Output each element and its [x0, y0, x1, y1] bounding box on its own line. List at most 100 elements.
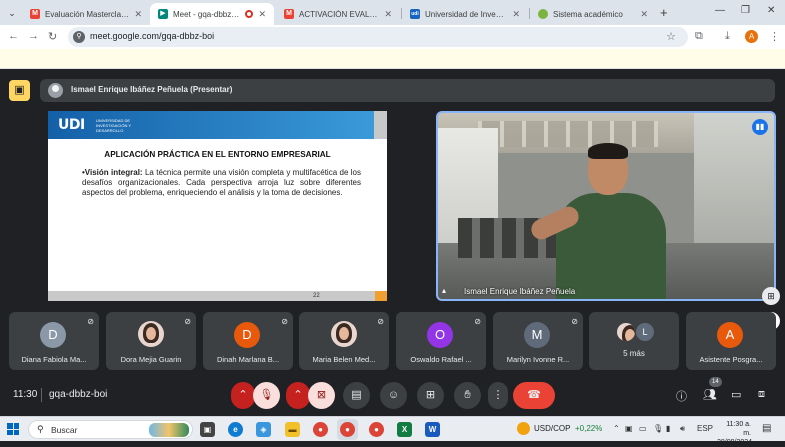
reload-icon[interactable]: ↻: [48, 30, 57, 43]
video-options-button[interactable]: ⌃: [286, 382, 310, 409]
presenter-label: Ismael Enrique Ibáñez Peñuela (Presentar…: [71, 85, 233, 94]
mic-off-icon: ⊘: [281, 317, 288, 326]
stock-widget-icon: [517, 422, 530, 435]
mic-off-icon: ⊘: [87, 317, 94, 326]
fx-pair-label[interactable]: USD/COP: [534, 424, 570, 433]
participant-tile[interactable]: O ⊘ Oswaldo Rafael ...: [396, 312, 486, 370]
store-icon[interactable]: ◈: [256, 422, 271, 437]
url-text[interactable]: meet.google.com/gqa-dbbz-boi: [90, 31, 214, 41]
participant-name: Marilyn Ivonne R...: [506, 355, 570, 364]
shared-slide: UDI UNIVERSIDAD DE INVESTIGACIÓN Y DESAR…: [48, 111, 387, 301]
tray-meet-icon[interactable]: ▭: [639, 424, 647, 433]
tab-sistema-academico[interactable]: Sistema académico ✕: [530, 3, 656, 25]
presentation-icon[interactable]: ▣: [9, 80, 30, 101]
tab-universidad[interactable]: udi Universidad de Investigació ✕: [402, 3, 528, 25]
more-participants-tile[interactable]: L 5 más: [589, 312, 679, 370]
close-tab-icon[interactable]: ✕: [384, 9, 392, 20]
edge-icon[interactable]: e: [228, 422, 243, 437]
raise-hand-button[interactable]: ✋︎: [454, 382, 481, 409]
system-clock[interactable]: 11:30 a. m. 28/09/2024: [717, 420, 752, 447]
chrome-icon[interactable]: ●: [313, 422, 328, 437]
pin-icon: ▴: [442, 286, 447, 295]
forward-icon[interactable]: →: [28, 30, 39, 42]
menu-icon[interactable]: ⋮: [769, 30, 780, 43]
tab-meet[interactable]: ▶ Meet - gqa-dbbz-boi ✕: [150, 3, 274, 25]
close-tab-icon[interactable]: ✕: [134, 9, 142, 20]
mic-off-icon: ⊘: [377, 317, 384, 326]
participant-tile[interactable]: D ⊘ Diana Fabiola Ma...: [9, 312, 99, 370]
reactions-button[interactable]: ☺: [380, 382, 407, 409]
close-window-icon[interactable]: ✕: [767, 5, 775, 16]
language-indicator[interactable]: ESP: [697, 424, 713, 433]
participant-avatar: M: [524, 322, 550, 348]
captions-icon: ▤: [351, 389, 362, 401]
people-icon[interactable]: 👥︎: [703, 388, 717, 401]
chat-icon[interactable]: ▭: [731, 388, 741, 401]
tab-activacion-evaluacion[interactable]: M ACTIVACIÓN EVALUACIÓN D ✕: [276, 3, 400, 25]
participant-tile[interactable]: D ⊘ Dinah Marlana B...: [203, 312, 293, 370]
participant-avatar: D: [40, 322, 66, 348]
activities-icon[interactable]: ⧈: [758, 388, 765, 401]
gmail-icon: M: [284, 9, 294, 19]
taskbar-search[interactable]: ⚲ Buscar: [28, 420, 193, 439]
more-participants-label: 5 más: [623, 349, 645, 358]
chrome-profile-icon[interactable]: ●: [369, 422, 384, 437]
more-options-button[interactable]: ⋮: [488, 382, 508, 409]
audio-options-button[interactable]: ⌃: [231, 382, 255, 409]
word-icon[interactable]: W: [425, 422, 440, 437]
profile-avatar[interactable]: A: [745, 30, 758, 43]
speaking-indicator-icon: ▮▮: [752, 119, 768, 135]
participant-tile[interactable]: ⊘ Maria Belen Med...: [299, 312, 389, 370]
participant-avatar: D: [234, 322, 260, 348]
chrome-active-icon[interactable]: ●: [340, 422, 355, 437]
download-icon[interactable]: ⤓: [725, 30, 730, 43]
leave-call-button[interactable]: ☎︎: [513, 382, 555, 409]
meeting-time: 11:30: [13, 389, 38, 400]
captions-button[interactable]: ▤: [343, 382, 370, 409]
restore-icon[interactable]: ❐: [741, 5, 750, 16]
tray-mic-icon[interactable]: 🎙︎: [653, 424, 663, 433]
mic-off-icon: ⊘: [184, 317, 191, 326]
close-tab-icon[interactable]: ✕: [258, 9, 266, 20]
meeting-code: gqa-dbbz-boi: [49, 389, 108, 400]
mic-toggle-button[interactable]: 🎙︎: [253, 382, 280, 409]
back-icon[interactable]: ←: [8, 30, 19, 42]
notification-icon[interactable]: ▤: [762, 423, 771, 434]
search-icon: ⚲: [37, 424, 44, 434]
file-explorer-icon[interactable]: ▬: [285, 422, 300, 437]
speaker-icon[interactable]: 🔊︎: [680, 424, 685, 434]
tab-evaluacion-masterclass[interactable]: M Evaluación Masterclass - Adr ✕: [22, 3, 150, 25]
fx-change-label: +0,22%: [575, 424, 603, 433]
close-tab-icon[interactable]: ✕: [512, 9, 520, 20]
site-info-icon[interactable]: ⚲: [73, 31, 85, 43]
participant-tile[interactable]: M ⊘ Marilyn Ivonne R...: [493, 312, 583, 370]
minimize-icon[interactable]: —: [715, 5, 725, 16]
participant-tile[interactable]: ⊘ Dora Mejia Guarin: [106, 312, 196, 370]
participant-name: Oswaldo Rafael ...: [410, 355, 472, 364]
presenter-video[interactable]: ▮▮ ▴ Ismael Enrique Ibáñez Peñuela: [436, 111, 776, 301]
tray-app-icon[interactable]: ▣: [625, 424, 633, 433]
excel-icon[interactable]: X: [397, 422, 412, 437]
clock-time: 11:30 a. m.: [726, 421, 751, 437]
windows-start-icon[interactable]: [7, 423, 19, 435]
mic-off-icon: 🎙︎: [259, 389, 274, 401]
presenter-bar: Ismael Enrique Ibáñez Peñuela (Presentar…: [40, 79, 775, 102]
participant-photo: [617, 323, 635, 341]
tab-search-chevron-icon[interactable]: ⌄: [5, 6, 19, 20]
layout-grid-icon[interactable]: ⊞: [762, 287, 780, 305]
present-button[interactable]: ⊞: [417, 382, 444, 409]
camera-toggle-button[interactable]: ⊠: [308, 382, 335, 409]
presenter-avatar: [48, 83, 63, 98]
tray-chevron-icon[interactable]: ⌃: [613, 424, 620, 433]
tray-camera-icon[interactable]: ▮: [666, 424, 670, 433]
phone-hangup-icon: ☎︎: [527, 389, 541, 401]
meeting-info-icon[interactable]: ⓘ: [676, 388, 687, 404]
close-tab-icon[interactable]: ✕: [640, 9, 648, 20]
participant-tile[interactable]: A Asistente Posgra...: [686, 312, 776, 370]
new-tab-button[interactable]: +: [660, 5, 668, 20]
info-strip: [0, 49, 785, 69]
address-bar[interactable]: ⚲ meet.google.com/gqa-dbbz-boi ☆: [68, 27, 688, 47]
task-view-icon[interactable]: ▣: [200, 422, 215, 437]
bookmark-star-icon[interactable]: ☆: [666, 30, 676, 43]
extensions-icon[interactable]: ⧉: [695, 30, 703, 43]
